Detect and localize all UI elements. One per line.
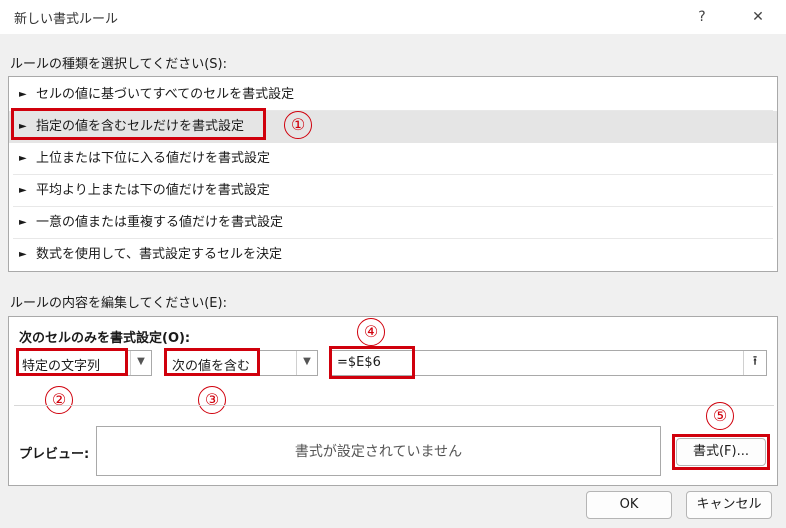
arrow-icon: ►	[19, 89, 27, 100]
window-title: 新しい書式ルール	[14, 12, 119, 27]
rule-type-item[interactable]: ► 一意の値または重複する値だけを書式設定	[9, 207, 777, 239]
arrow-icon: ►	[19, 249, 27, 260]
rule-type-item[interactable]: ► 数式を使用して、書式設定するセルを決定	[9, 239, 777, 271]
highlight-box-1	[11, 108, 266, 140]
highlight-box-5	[672, 434, 770, 470]
rule-type-list: ► セルの値に基づいてすべてのセルを書式設定 ► 指定の値を含むセルだけを書式設…	[8, 76, 778, 272]
rule-type-item-label: 数式を使用して、書式設定するセルを決定	[36, 247, 282, 262]
annotation-5: ⑤	[706, 402, 734, 430]
divider	[14, 405, 774, 406]
annotation-2: ②	[45, 386, 73, 414]
rule-type-item-label: 一意の値または重複する値だけを書式設定	[36, 215, 284, 230]
help-button[interactable]: ?	[684, 4, 720, 30]
rule-type-item-label: セルの値に基づいてすべてのセルを書式設定	[36, 87, 295, 102]
preview-label: プレビュー:	[19, 447, 90, 462]
highlight-box-4	[329, 346, 415, 379]
annotation-4: ④	[357, 318, 385, 346]
collapse-dialog-icon[interactable]: ⭱	[743, 351, 766, 375]
highlight-box-3	[164, 348, 260, 376]
annotation-3: ③	[198, 386, 226, 414]
edit-rule-label: ルールの内容を編集してください(E):	[10, 296, 227, 311]
cancel-button[interactable]: キャンセル	[686, 491, 772, 519]
rule-type-item[interactable]: ► 上位または下位に入る値だけを書式設定	[9, 143, 777, 175]
arrow-icon: ►	[19, 185, 27, 196]
close-button[interactable]: ✕	[740, 4, 776, 30]
preview-box: 書式が設定されていません	[96, 426, 661, 476]
ok-button[interactable]: OK	[586, 491, 672, 519]
rule-type-label: ルールの種類を選択してください(S):	[10, 57, 227, 72]
rule-type-item-label: 平均より上または下の値だけを書式設定	[36, 183, 270, 198]
arrow-icon: ►	[19, 217, 27, 228]
rule-type-item[interactable]: ► 平均より上または下の値だけを書式設定	[9, 175, 777, 207]
chevron-down-icon[interactable]: ▼	[296, 351, 317, 375]
format-only-heading: 次のセルのみを書式設定(O):	[19, 331, 191, 346]
rule-type-item[interactable]: ► セルの値に基づいてすべてのセルを書式設定	[9, 79, 777, 111]
annotation-1: ①	[284, 111, 312, 139]
rule-type-item-label: 上位または下位に入る値だけを書式設定	[36, 151, 271, 166]
chevron-down-icon[interactable]: ▼	[130, 351, 151, 375]
highlight-box-2	[16, 348, 128, 376]
preview-text: 書式が設定されていません	[294, 444, 463, 460]
arrow-icon: ►	[19, 153, 27, 164]
